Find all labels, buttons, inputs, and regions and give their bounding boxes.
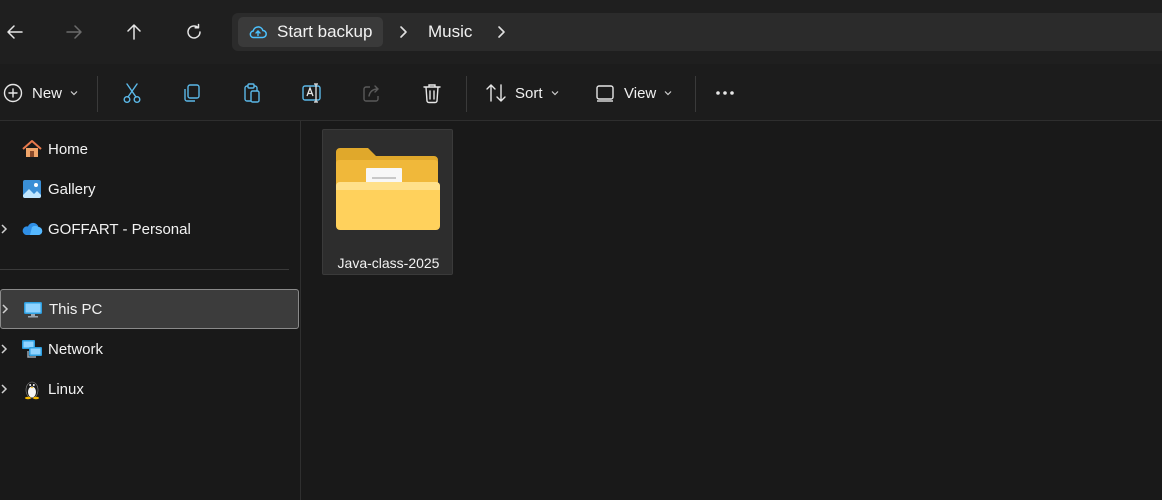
folder-icon bbox=[336, 148, 440, 230]
new-button[interactable]: New bbox=[2, 74, 78, 112]
onedrive-cloud-icon bbox=[22, 222, 43, 236]
view-label: View bbox=[624, 84, 657, 102]
sort-icon bbox=[486, 84, 506, 102]
chevron-right-icon[interactable] bbox=[1, 303, 10, 315]
sidebar-item-label: Network bbox=[48, 340, 104, 358]
sidebar-item-this-pc[interactable]: This PC bbox=[0, 289, 299, 329]
network-icon bbox=[22, 340, 42, 358]
paste-icon bbox=[244, 83, 260, 103]
sidebar-item-home[interactable]: Home bbox=[0, 129, 299, 169]
cloud-backup-icon bbox=[249, 26, 267, 39]
arrow-up-icon bbox=[127, 24, 141, 40]
chevron-right-icon[interactable] bbox=[396, 24, 410, 40]
copy-icon bbox=[184, 84, 200, 102]
plus-circle-icon bbox=[3, 83, 23, 103]
new-label: New bbox=[32, 84, 63, 102]
command-bar: New Sort View bbox=[0, 64, 1162, 121]
navigation-pane: Home Gallery GOFFART - Personal This PC … bbox=[0, 121, 301, 500]
refresh-icon bbox=[187, 23, 201, 39]
sidebar-item-linux[interactable]: Linux bbox=[0, 369, 299, 409]
monitor-icon bbox=[24, 302, 42, 318]
sidebar-item-label: Linux bbox=[48, 380, 84, 398]
chevron-right-icon[interactable] bbox=[494, 24, 508, 40]
home-icon bbox=[22, 140, 42, 157]
chevron-down-icon bbox=[70, 91, 78, 96]
rename-icon bbox=[302, 83, 321, 103]
more-options-button[interactable] bbox=[714, 74, 736, 112]
delete-button[interactable] bbox=[421, 74, 443, 112]
delete-icon bbox=[423, 84, 441, 104]
view-icon bbox=[596, 85, 614, 102]
chevron-down-icon bbox=[551, 91, 558, 96]
view-button[interactable]: View bbox=[594, 74, 672, 112]
rename-button[interactable] bbox=[301, 74, 323, 112]
more-icon bbox=[716, 91, 734, 95]
folder-name: Java-class-2025 bbox=[337, 255, 440, 271]
divider bbox=[466, 76, 467, 112]
sort-label: Sort bbox=[515, 84, 543, 102]
address-bar-row: Start backup Music bbox=[0, 0, 1162, 64]
sidebar-divider bbox=[0, 269, 289, 270]
copy-button[interactable] bbox=[181, 74, 203, 112]
arrow-right-icon bbox=[66, 25, 82, 39]
sidebar-item-onedrive[interactable]: GOFFART - Personal bbox=[0, 209, 299, 249]
sort-button[interactable]: Sort bbox=[485, 74, 559, 112]
back-button[interactable] bbox=[0, 14, 33, 50]
chevron-right-icon[interactable] bbox=[0, 343, 9, 355]
chevron-down-icon bbox=[664, 91, 672, 96]
sidebar-item-network[interactable]: Network bbox=[0, 329, 299, 369]
up-button[interactable] bbox=[116, 14, 152, 50]
address-box[interactable]: Start backup Music bbox=[232, 13, 1162, 51]
chevron-right-icon[interactable] bbox=[0, 223, 9, 235]
breadcrumb-start-backup[interactable]: Start backup bbox=[238, 17, 383, 47]
refresh-button[interactable] bbox=[176, 14, 212, 50]
share-button[interactable] bbox=[361, 74, 383, 112]
paste-button[interactable] bbox=[241, 74, 263, 112]
share-icon bbox=[363, 85, 379, 102]
linux-penguin-icon bbox=[25, 381, 39, 400]
forward-button[interactable] bbox=[56, 14, 92, 50]
sidebar-item-label: This PC bbox=[49, 300, 103, 318]
sidebar-item-label: Gallery bbox=[48, 180, 96, 198]
folder-item[interactable]: Java-class-2025 bbox=[322, 129, 453, 275]
cut-icon bbox=[123, 83, 141, 103]
chevron-right-icon[interactable] bbox=[0, 383, 9, 395]
sidebar-item-label: Home bbox=[48, 140, 89, 158]
file-explorer-window: Start backup Music New Sort View Home Ga… bbox=[0, 0, 1162, 500]
divider bbox=[97, 76, 98, 112]
breadcrumb-label: Start backup bbox=[277, 22, 373, 41]
gallery-icon bbox=[23, 180, 41, 198]
breadcrumb-music[interactable]: Music bbox=[428, 22, 472, 42]
sidebar-item-gallery[interactable]: Gallery bbox=[0, 169, 299, 209]
arrow-left-icon bbox=[7, 25, 23, 39]
divider bbox=[695, 76, 696, 112]
cut-button[interactable] bbox=[121, 74, 143, 112]
file-list-pane: Java-class-2025 bbox=[302, 121, 1162, 500]
sidebar-item-label: GOFFART - Personal bbox=[48, 220, 191, 238]
